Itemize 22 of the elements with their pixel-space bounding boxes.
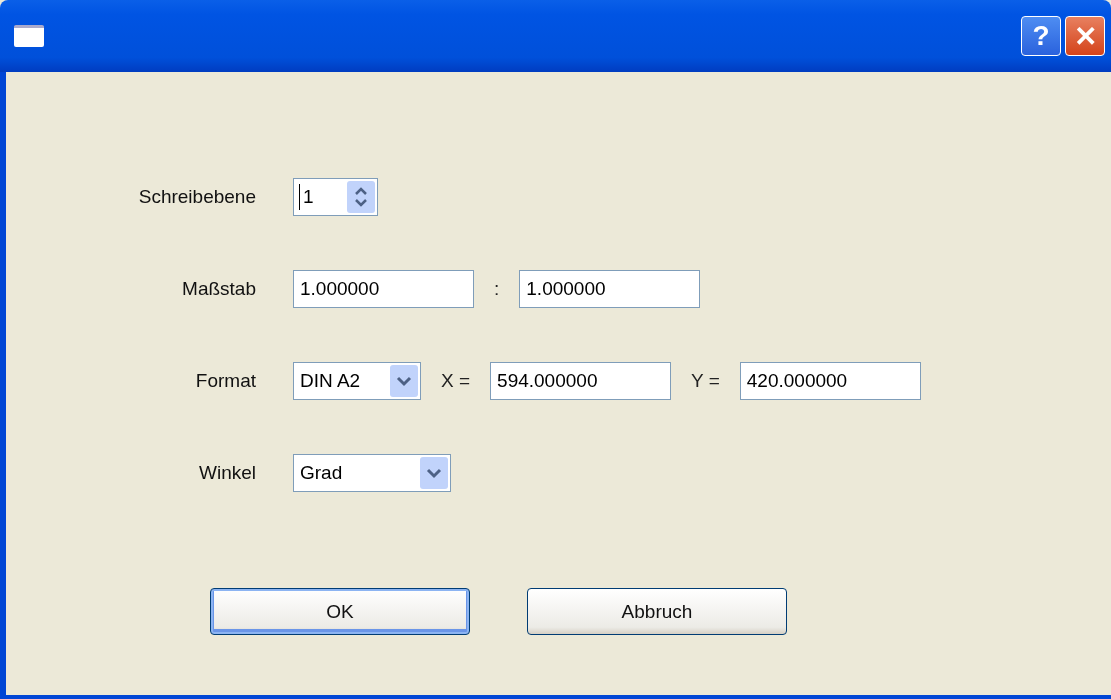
ok-button[interactable]: OK	[210, 588, 470, 635]
spinner-field[interactable]: 1	[293, 178, 378, 216]
dropdown[interactable]: Grad	[293, 454, 451, 492]
field-label: Maßstab	[181, 278, 256, 300]
field-label: Winkel	[198, 462, 256, 484]
help-button[interactable]: ?	[1021, 16, 1061, 56]
field-label: Format	[194, 370, 256, 392]
dropdown[interactable]: DIN A2	[293, 362, 421, 400]
input-field[interactable]: 420.000000	[739, 362, 921, 400]
input-field[interactable]: 1.000000	[519, 270, 701, 308]
up-down-arrows-icon[interactable]	[347, 181, 375, 213]
chevron-down-icon[interactable]	[390, 365, 418, 397]
chevron-down-icon[interactable]	[420, 457, 448, 489]
field-label: Schreibebene	[137, 186, 256, 208]
cancel-button[interactable]: Abbruch	[527, 588, 787, 635]
field-label: X =	[441, 370, 471, 392]
field-label: :	[494, 278, 500, 300]
input-field[interactable]: 594.000000	[490, 362, 672, 400]
window-icon	[14, 25, 44, 47]
close-button[interactable]: ✕	[1065, 16, 1105, 56]
field-label: Y =	[691, 370, 720, 392]
input-field[interactable]: 1.000000	[293, 270, 474, 308]
